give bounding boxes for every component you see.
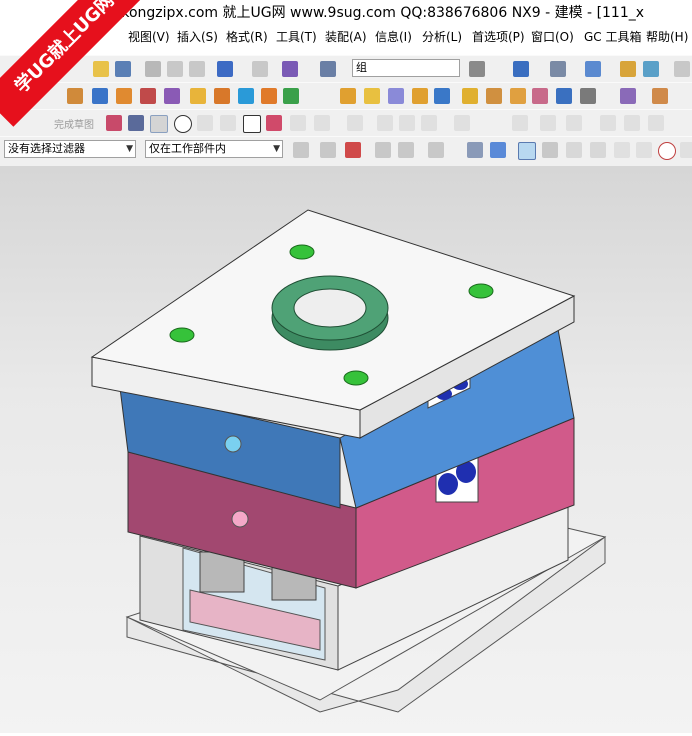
menu-preferences[interactable]: 首选项(P) bbox=[472, 28, 525, 45]
pocket-icon[interactable] bbox=[164, 88, 180, 104]
mirror-curve-icon[interactable] bbox=[421, 115, 437, 131]
mold-model[interactable] bbox=[0, 166, 692, 733]
chamfer-icon[interactable] bbox=[364, 88, 380, 104]
select-all-icon[interactable] bbox=[345, 142, 361, 158]
sweep-icon[interactable] bbox=[510, 88, 526, 104]
move-face-icon[interactable] bbox=[652, 88, 668, 104]
pattern-icon[interactable] bbox=[462, 88, 478, 104]
unite-icon[interactable] bbox=[261, 88, 277, 104]
view-icon[interactable] bbox=[643, 61, 659, 77]
background-icon[interactable] bbox=[620, 61, 636, 77]
hole-icon[interactable] bbox=[116, 88, 132, 104]
menu-insert[interactable]: 插入(S) bbox=[177, 28, 218, 45]
thicken-icon[interactable] bbox=[532, 88, 548, 104]
quick-trim-icon[interactable] bbox=[347, 115, 363, 131]
make-corner-icon[interactable] bbox=[399, 115, 415, 131]
fillet-icon[interactable] bbox=[197, 115, 213, 131]
select-icon[interactable] bbox=[320, 61, 336, 77]
move-icon[interactable] bbox=[542, 142, 558, 158]
auto-constrain-icon[interactable] bbox=[540, 115, 556, 131]
menu-format[interactable]: 格式(R) bbox=[226, 28, 268, 45]
arc-icon[interactable] bbox=[150, 115, 168, 133]
copy-icon[interactable] bbox=[167, 61, 183, 77]
toolbar-sketch: 完成草图 bbox=[0, 109, 692, 136]
inferred-constraints-icon[interactable] bbox=[624, 115, 640, 131]
mid-point-icon[interactable] bbox=[590, 142, 606, 158]
paste-icon[interactable] bbox=[189, 61, 205, 77]
body-select-icon[interactable] bbox=[467, 142, 483, 158]
end-point-icon[interactable] bbox=[566, 142, 582, 158]
quadrant-icon[interactable] bbox=[680, 142, 692, 158]
intersection-icon[interactable] bbox=[636, 142, 652, 158]
quick-extend-icon[interactable] bbox=[377, 115, 393, 131]
sketch-settings-icon[interactable] bbox=[648, 115, 664, 131]
menu-gc-toolbox[interactable]: GC 工具箱 bbox=[584, 28, 642, 45]
snap-point-icon[interactable] bbox=[518, 142, 536, 160]
sync-model-icon[interactable] bbox=[620, 88, 636, 104]
search-icon[interactable] bbox=[469, 61, 485, 77]
menu-window[interactable]: 窗口(O) bbox=[531, 28, 574, 45]
window-title: ...kongzipx.com 就上UG网 www.9sug.com QQ:83… bbox=[108, 5, 645, 21]
open-icon[interactable] bbox=[93, 61, 109, 77]
point-icon[interactable] bbox=[290, 115, 306, 131]
menu-info[interactable]: 信息(I) bbox=[375, 28, 412, 45]
datum-icon[interactable] bbox=[580, 88, 596, 104]
constraint-icon[interactable] bbox=[512, 115, 528, 131]
pad-icon[interactable] bbox=[190, 88, 206, 104]
offset-curve-icon[interactable] bbox=[314, 115, 330, 131]
search-input[interactable]: 组 bbox=[352, 59, 460, 77]
feature-selection-icon[interactable] bbox=[320, 142, 336, 158]
toolbar-standard: 组 bbox=[0, 55, 692, 82]
control-point-icon[interactable] bbox=[614, 142, 630, 158]
deselect-icon[interactable] bbox=[375, 142, 391, 158]
polygon-icon[interactable] bbox=[266, 115, 282, 131]
profile-icon[interactable] bbox=[106, 115, 122, 131]
save-icon[interactable] bbox=[115, 61, 131, 77]
view-orient-icon[interactable] bbox=[550, 61, 566, 77]
mirror-icon[interactable] bbox=[486, 88, 502, 104]
render-style-icon[interactable] bbox=[585, 61, 601, 77]
menu-view[interactable]: 视图(V) bbox=[128, 28, 170, 45]
toolbar-features bbox=[0, 82, 692, 109]
graphics-viewport[interactable] bbox=[0, 166, 692, 733]
arc-center-icon[interactable] bbox=[658, 142, 676, 160]
menu-tools[interactable]: 工具(T) bbox=[276, 28, 317, 45]
redo-icon[interactable] bbox=[252, 61, 268, 77]
menu-assembly[interactable]: 装配(A) bbox=[325, 28, 367, 45]
dimension-icon[interactable] bbox=[454, 115, 470, 131]
boss-icon[interactable] bbox=[140, 88, 156, 104]
cut-icon[interactable] bbox=[145, 61, 161, 77]
command-finder-icon[interactable] bbox=[282, 61, 298, 77]
toolbar-selection: 没有选择过滤器 ▼ 仅在工作部件内 ▼ bbox=[0, 136, 692, 167]
offset-face-icon[interactable] bbox=[556, 88, 572, 104]
finish-sketch-button[interactable]: 完成草图 bbox=[54, 116, 94, 131]
menu-help[interactable]: 帮助(H) bbox=[646, 28, 688, 45]
selection-scope-select[interactable]: 仅在工作部件内 ▼ bbox=[145, 140, 283, 158]
general-selection-icon[interactable] bbox=[293, 142, 309, 158]
rectangle-icon[interactable] bbox=[243, 115, 261, 133]
edge-blend-icon[interactable] bbox=[340, 88, 356, 104]
alternate-solution-icon[interactable] bbox=[600, 115, 616, 131]
revolve-icon[interactable] bbox=[92, 88, 108, 104]
rectangle-select-icon[interactable] bbox=[428, 142, 444, 158]
slot-icon[interactable] bbox=[214, 88, 230, 104]
groove-icon[interactable] bbox=[238, 88, 254, 104]
undo-icon[interactable] bbox=[217, 61, 233, 77]
solid-icon[interactable] bbox=[490, 142, 506, 158]
draft-icon[interactable] bbox=[412, 88, 428, 104]
show-constraints-icon[interactable] bbox=[566, 115, 582, 131]
shell-icon[interactable] bbox=[388, 88, 404, 104]
trim-body-icon[interactable] bbox=[434, 88, 450, 104]
more-icon[interactable] bbox=[674, 61, 690, 77]
chamfer-sketch-icon[interactable] bbox=[220, 115, 236, 131]
cursor-icon[interactable] bbox=[398, 142, 414, 158]
layout-icon[interactable] bbox=[513, 61, 529, 77]
menu-analysis[interactable]: 分析(L) bbox=[422, 28, 462, 45]
circle-icon[interactable] bbox=[174, 115, 192, 133]
extrude-icon[interactable] bbox=[67, 88, 83, 104]
subtract-icon[interactable] bbox=[283, 88, 299, 104]
type-filter-select[interactable]: 没有选择过滤器 ▼ bbox=[4, 140, 136, 158]
line-icon[interactable] bbox=[128, 115, 144, 131]
